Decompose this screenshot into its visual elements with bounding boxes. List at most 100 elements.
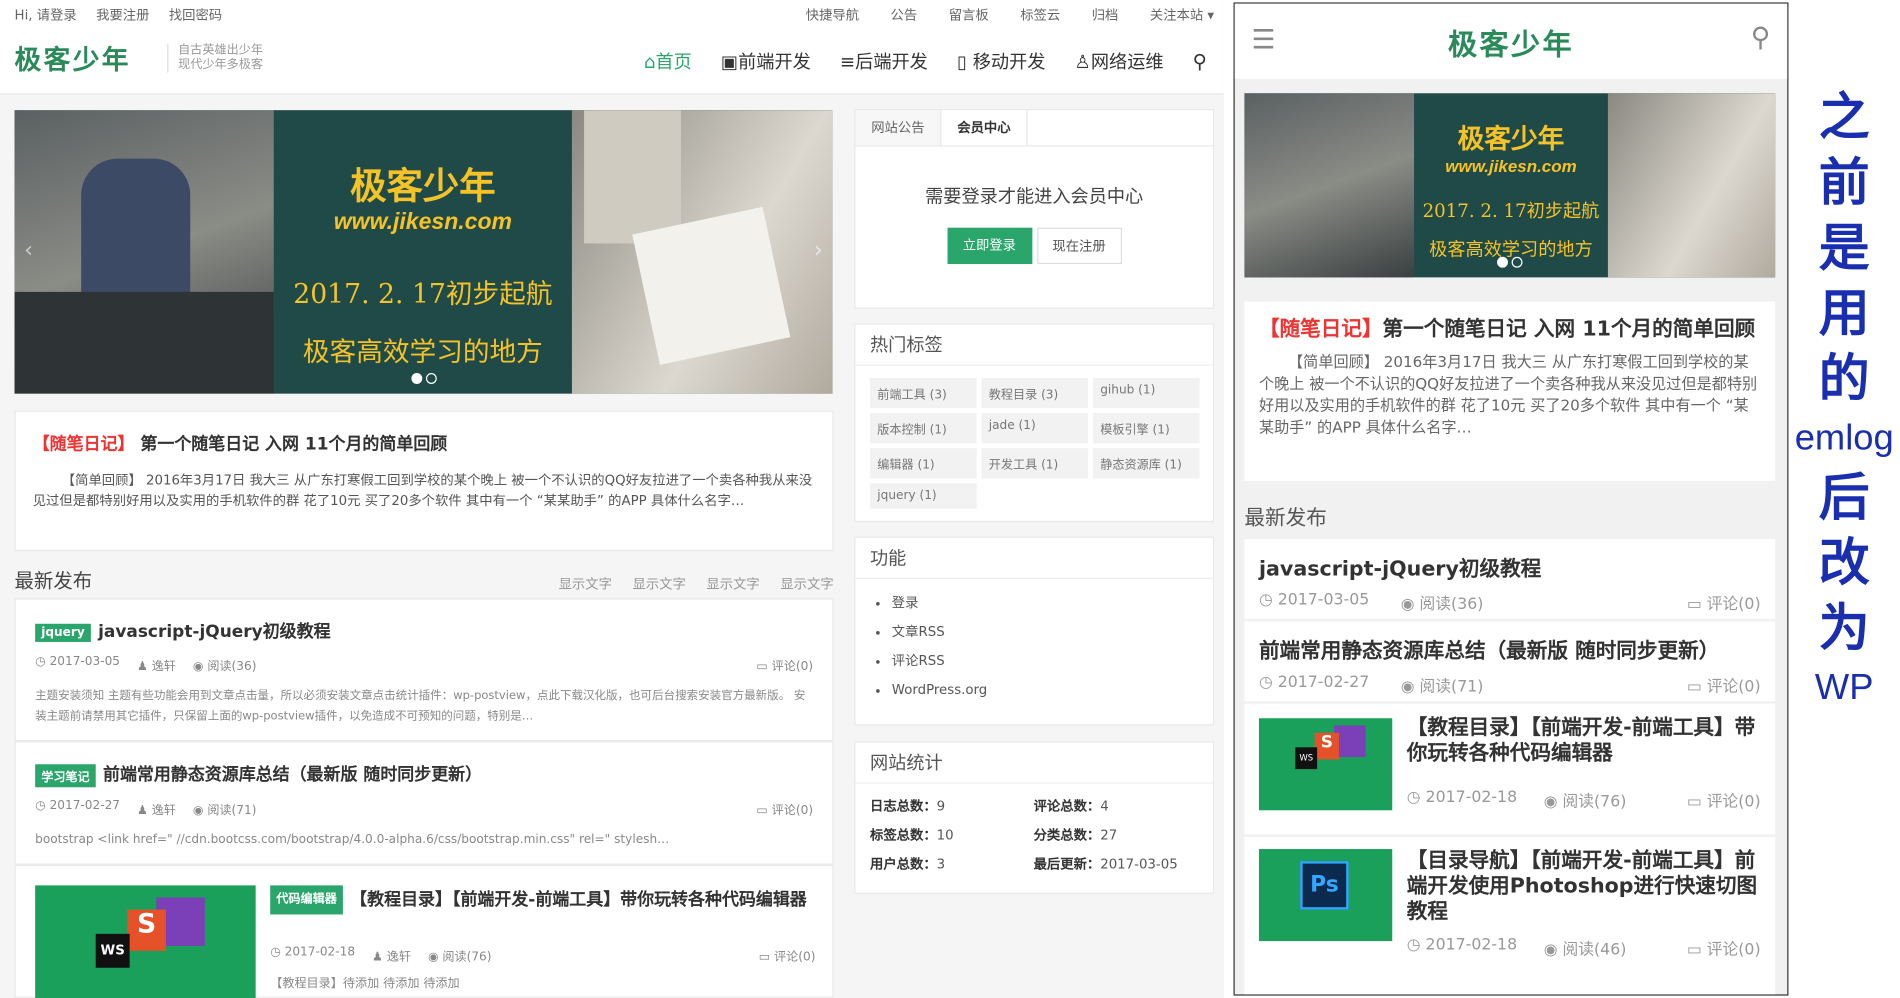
tab-member-center[interactable]: 会员中心 (941, 110, 1028, 146)
tag-item[interactable]: 编辑器 (1) (870, 448, 977, 479)
post-item[interactable]: 学习笔记 前端常用静态资源库总结（最新版 随时同步更新） ◷ 2017-02-27… (14, 741, 834, 865)
tag-item[interactable]: 前端工具 (3) (870, 377, 977, 409)
login-button[interactable]: 立即登录 (946, 227, 1032, 265)
mobile-featured-post[interactable]: 【随笔日记】第一个随笔日记 入网 11个月的简单回顾 【简单回顾】 2016年3… (1244, 301, 1776, 481)
mobile-post-item[interactable]: S WS 【教程目录】【前端开发-前端工具】带你玩转各种代码编辑器 ◷ 2017… (1244, 703, 1776, 835)
register-button[interactable]: 现在注册 (1036, 227, 1122, 265)
nav-mobile[interactable]: ▯ 移动开发 (957, 48, 1046, 73)
database-icon: ≡ (839, 50, 856, 73)
search-icon[interactable]: ⚲ (1193, 50, 1207, 73)
photoshop-icon: Ps (1300, 861, 1349, 910)
functions-widget: 功能 登录 文章RSS 评论RSS WordPress.org (854, 536, 1215, 726)
comment-icon: ▭ (756, 803, 772, 817)
slider-dot[interactable] (410, 373, 422, 384)
featured-post[interactable]: 【随笔日记】 第一个随笔日记 入网 11个月的简单回顾 【简单回顾】 2016年… (14, 410, 834, 552)
home-icon: ⌂ (643, 50, 656, 73)
post-excerpt: 【教程目录】待添加 待添加 待添加 (270, 977, 460, 991)
mobile-post-item[interactable]: javascript-jQuery初级教程 ◷ 2017-03-05 ◉ 阅读(… (1244, 538, 1776, 619)
follow-link[interactable]: 关注本站 ▾ (1150, 5, 1214, 24)
nav-backend[interactable]: ≡后端开发 (840, 48, 928, 73)
mobile-banner[interactable]: 极客少年 www.jikesn.com 2017. 2. 17初步起航 极客高效… (1244, 93, 1776, 278)
post-tag[interactable]: jquery (35, 623, 91, 642)
search-icon[interactable]: ⚲ (1751, 23, 1771, 53)
filter-link[interactable]: 显示文字 (780, 574, 833, 593)
tag-item[interactable]: gihub (1) (1092, 377, 1200, 409)
banner-slider[interactable]: 极客少年 www.jikesn.com 2017. 2. 17初步起航 极客高效… (14, 110, 833, 394)
slider-dot[interactable] (1511, 256, 1523, 268)
post-title[interactable]: 前端常用静态资源库总结（最新版 随时同步更新） (103, 765, 482, 784)
tag-item[interactable]: 版本控制 (1) (870, 413, 977, 444)
featured-title[interactable]: 第一个随笔日记 入网 11个月的简单回顾 (140, 435, 447, 454)
register-link[interactable]: 我要注册 (96, 5, 149, 24)
featured-excerpt: 【简单回顾】 2016年3月17日 我大三 从广东打寒假工回到学校的某个晚上 被… (32, 472, 813, 509)
user-icon: ♟ (372, 950, 387, 965)
post-item[interactable]: jquery javascript-jQuery初级教程 ◷ 2017-03-05… (14, 598, 834, 742)
guestbook-link[interactable]: 留言板 (949, 5, 989, 24)
stat-users: 3 (936, 856, 946, 873)
stat-categories: 27 (1100, 827, 1118, 843)
frontend-icon: ▣ (720, 50, 739, 73)
filter-link[interactable]: 显示文字 (633, 574, 686, 593)
featured-category[interactable]: 【随笔日记】 (33, 435, 135, 454)
stats-title: 网站统计 (855, 742, 1213, 784)
post-title[interactable]: 前端常用静态资源库总结（最新版 随时同步更新） (1259, 633, 1761, 664)
featured-title[interactable]: 第一个随笔日记 入网 11个月的简单回顾 (1383, 317, 1756, 341)
post-title[interactable]: javascript-jQuery初级教程 (98, 623, 330, 642)
mobile-view: ☰ 极客少年 ⚲ 极客少年 www.jikesn.com 2017. 2. 17… (1233, 2, 1789, 996)
mobile-post-item[interactable]: Ps 【目录导航】【前端开发-前端工具】前端开发使用Photoshop进行快速切… (1244, 836, 1776, 995)
eye-icon: ◉ (1543, 941, 1563, 960)
nav-home[interactable]: ⌂首页 (644, 48, 692, 73)
tag-item[interactable]: 开发工具 (1) (981, 448, 1089, 479)
featured-category[interactable]: 【随笔日记】 (1259, 317, 1383, 341)
function-login-link[interactable]: 登录 (892, 589, 1196, 618)
tag-item[interactable]: jquery (1) (870, 483, 977, 509)
user-icon: ♟ (136, 660, 152, 674)
post-title[interactable]: javascript-jQuery初级教程 (1259, 551, 1761, 581)
mobile-post-item[interactable]: 前端常用静态资源库总结（最新版 随时同步更新） ◷ 2017-02-27 ◉ 阅… (1244, 621, 1776, 702)
archive-link[interactable]: 归档 (1092, 5, 1119, 24)
tag-item[interactable]: 静态资源库 (1) (1092, 448, 1200, 479)
tag-cloud-link[interactable]: 标签云 (1020, 5, 1060, 24)
filter-link[interactable]: 显示文字 (559, 574, 612, 593)
function-comments-rss-link[interactable]: 评论RSS (892, 647, 1196, 676)
tag-item[interactable]: 教程目录 (3) (981, 377, 1089, 409)
slider-next-icon[interactable]: › (814, 237, 823, 262)
slider-prev-icon[interactable]: ‹ (24, 237, 33, 262)
stat-comments: 4 (1100, 798, 1109, 814)
function-posts-rss-link[interactable]: 文章RSS (892, 618, 1196, 647)
stat-tags: 10 (936, 827, 954, 843)
slider-dots (410, 373, 437, 384)
login-link[interactable]: Hi, 请登录 (15, 5, 77, 24)
nav-frontend[interactable]: ▣前端开发 (721, 48, 811, 73)
post-title[interactable]: 【教程目录】【前端开发-前端工具】带你玩转各种代码编辑器 (1407, 716, 1761, 767)
post-thumbnail[interactable]: S WS (35, 885, 256, 998)
nav-ops[interactable]: ♙网络运维 (1075, 48, 1164, 73)
site-logo[interactable]: 极客少年 (15, 39, 131, 78)
announcement-link[interactable]: 公告 (891, 5, 918, 24)
caption-char: 改 (1818, 532, 1870, 593)
post-title[interactable]: 【目录导航】【前端开发-前端工具】前端开发使用Photoshop进行快速切图教程 (1407, 849, 1761, 925)
recover-password-link[interactable]: 找回密码 (169, 5, 222, 24)
slider-dot[interactable] (425, 373, 437, 384)
post-tag[interactable]: 代码编辑器 (270, 885, 343, 915)
tab-announcement[interactable]: 网站公告 (855, 110, 942, 146)
clock-icon: ◷ (1258, 673, 1278, 692)
hot-tags-title: 热门标签 (855, 325, 1213, 366)
post-meta: ◷ 2017-02-27 ♟ 逸轩 ◉ 阅读(71) ▭ 评论(0) (35, 798, 814, 817)
function-wordpress-link[interactable]: WordPress.org (892, 676, 1196, 705)
post-title[interactable]: 【教程目录】【前端开发-前端工具】带你玩转各种代码编辑器 (350, 890, 807, 909)
post-item[interactable]: S WS 代码编辑器 【教程目录】【前端开发-前端工具】带你玩转各种代码编辑器 ◷… (14, 864, 834, 998)
post-thumbnail[interactable]: Ps (1258, 849, 1393, 942)
tag-cloud: 前端工具 (3) 教程目录 (3) gihub (1) 版本控制 (1) jad… (855, 366, 1212, 521)
post-tag[interactable]: 学习笔记 (35, 763, 96, 787)
mobile-logo[interactable]: 极客少年 (1235, 21, 1788, 63)
quick-nav-link[interactable]: 快捷导航 (806, 5, 859, 24)
tag-item[interactable]: jade (1) (981, 413, 1089, 444)
eye-icon: ◉ (427, 950, 443, 965)
tag-item[interactable]: 模板引擎 (1) (1092, 413, 1200, 444)
post-thumbnail[interactable]: S WS (1258, 718, 1393, 811)
slider-dot[interactable] (1497, 256, 1508, 268)
hot-tags-widget: 热门标签 前端工具 (3) 教程目录 (3) gihub (1) 版本控制 (1… (854, 323, 1215, 523)
filter-link[interactable]: 显示文字 (706, 574, 759, 593)
main-nav: ⌂首页 ▣前端开发 ≡后端开发 ▯ 移动开发 ♙网络运维 ⚲ (644, 48, 1207, 73)
